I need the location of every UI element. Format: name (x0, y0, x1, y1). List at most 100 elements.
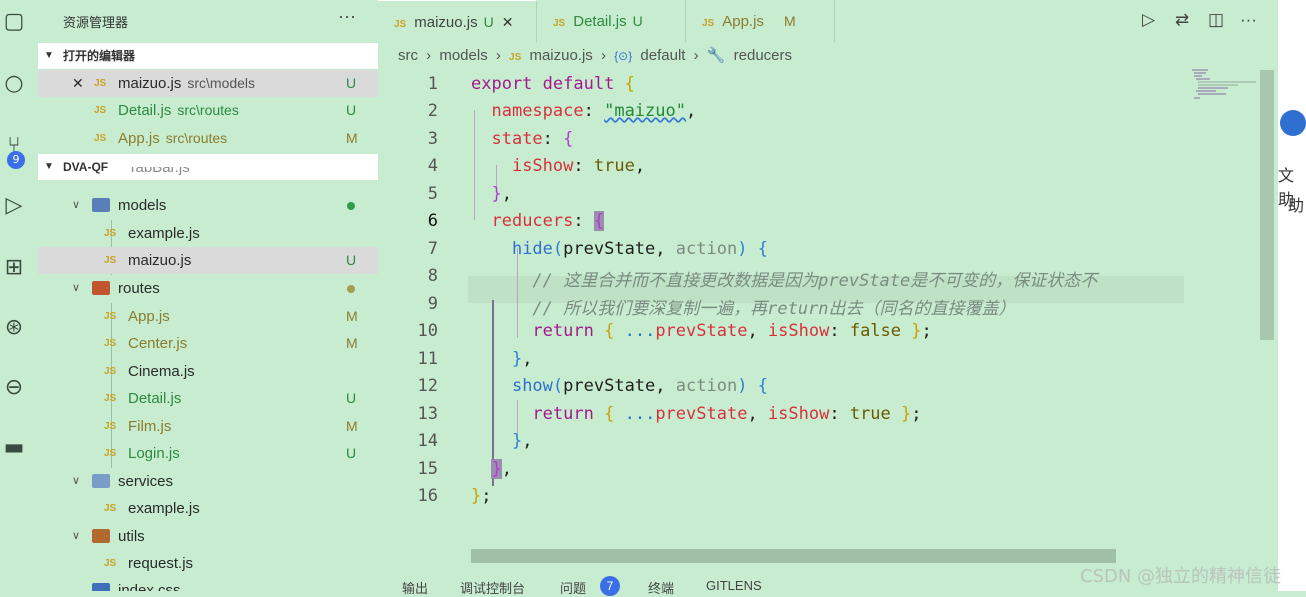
code-line: reducers: { (491, 211, 605, 231)
external-window-fragment: 文助 助 (1278, 0, 1306, 591)
tree-item-partial[interactable]: TabBar.js (38, 167, 378, 181)
git-status: M (346, 418, 358, 434)
git-status: U (346, 75, 357, 91)
chevron-down-icon: ▼ (44, 50, 54, 61)
js-file-icon: JS (104, 366, 117, 377)
code-line: }; (471, 486, 492, 506)
tree-file-app[interactable]: JS App.js M (38, 303, 378, 330)
watermark: CSDN @独立的精神信徒 (1080, 566, 1282, 587)
breadcrumb-reducers[interactable]: reducers (734, 47, 792, 64)
minimap[interactable] (1188, 68, 1258, 108)
tab-debug-console[interactable]: 调试控制台 (460, 578, 525, 597)
css-file-icon (92, 583, 110, 591)
tree-file-cinema[interactable]: JS Cinema.js (38, 358, 378, 385)
code-line: }, (511, 431, 533, 451)
tree-file-services-example[interactable]: JS example.js (38, 495, 378, 522)
breadcrumb-file[interactable]: maizuo.js (529, 47, 592, 64)
breadcrumb-src[interactable]: src (398, 47, 418, 64)
editor-tabs: JS maizuo.js U ✕ JS Detail.js U JS App.js M ▷ ⇄… (378, 0, 1278, 43)
js-file-icon: JS (702, 18, 715, 29)
code-line: return { ...prevState, isShow: false }; (532, 321, 932, 341)
tree-folder-models[interactable]: ∨ models (38, 192, 378, 219)
git-status: U (346, 252, 357, 268)
tree-folder-services[interactable]: ∨ services (38, 468, 378, 495)
open-editor-app[interactable]: JS App.js src\routes M (38, 125, 378, 152)
js-file-icon: JS (104, 393, 117, 404)
close-icon[interactable]: ✕ (502, 14, 514, 30)
js-file-icon: JS (104, 228, 117, 239)
tree-file-film[interactable]: JS Film.js M (38, 413, 378, 440)
problems-badge: 7 (600, 576, 620, 596)
js-file-icon: JS (104, 558, 117, 569)
open-editor-maizuo[interactable]: ✕ JS maizuo.js src\models U (38, 70, 378, 97)
folder-icon (92, 281, 110, 295)
open-editor-detail[interactable]: JS Detail.js src\routes U (38, 97, 378, 124)
folder-icon (92, 474, 110, 488)
docker-icon[interactable]: ▬ (0, 434, 28, 462)
compare-changes-icon[interactable]: ⇄ (1175, 10, 1189, 30)
activity-bar: ▢ ○ ⑂ 9 ▷ ⊞ ⊛ ⊖ ▬ (0, 0, 38, 591)
search-icon[interactable]: ○ (0, 70, 28, 98)
js-file-icon: JS (104, 338, 117, 349)
remote-icon[interactable]: ⊖ (0, 374, 28, 402)
folder-icon (92, 529, 110, 543)
tree-file-login[interactable]: JS Login.js U (38, 440, 378, 467)
js-file-icon: JS (104, 503, 117, 514)
run-icon[interactable]: ▷ (1142, 10, 1155, 30)
more-actions-icon[interactable]: ··· (1240, 10, 1257, 30)
wrench-icon: 🔧 (706, 47, 726, 64)
tab-maizuo[interactable]: JS maizuo.js U ✕ (378, 0, 537, 43)
js-file-icon: JS (94, 105, 107, 116)
git-status: U (346, 445, 357, 461)
js-file-icon: JS (104, 448, 117, 459)
js-file-icon: JS (509, 52, 522, 63)
editor-area: JS maizuo.js U ✕ JS Detail.js U JS App.js M ▷ ⇄… (378, 0, 1278, 596)
chevron-down-icon: ∨ (72, 475, 81, 487)
js-file-icon: JS (104, 255, 117, 266)
horizontal-scrollbar[interactable] (471, 549, 1116, 563)
run-debug-icon[interactable]: ▷ (0, 192, 28, 220)
code-line: }, (491, 184, 512, 204)
git-status: U (346, 102, 357, 118)
more-actions-button[interactable]: ··· (338, 6, 356, 27)
tab-app[interactable]: JS App.js M (686, 0, 835, 42)
split-editor-icon[interactable]: ◫ (1208, 10, 1224, 30)
tab-output[interactable]: 输出 (402, 578, 428, 597)
js-file-icon: JS (94, 78, 107, 89)
tree-file-detail[interactable]: JS Detail.js U (38, 385, 378, 412)
breadcrumb-default[interactable]: default (640, 47, 685, 64)
tree-file-request[interactable]: JS request.js (38, 550, 378, 577)
tree-file-index-css[interactable]: index.css (38, 577, 378, 591)
code-line: isShow: true, (511, 156, 646, 176)
tree-file-maizuo[interactable]: JS maizuo.js U (38, 247, 378, 274)
git-graph-icon[interactable]: ⊛ (0, 314, 28, 342)
code-line: state: { (491, 129, 574, 149)
code-line: show(prevState, action) { (511, 376, 768, 396)
open-editors-section[interactable]: ▼ 打开的编辑器 (38, 43, 378, 69)
tree-folder-utils[interactable]: ∨ utils (38, 523, 378, 550)
breadcrumb-models[interactable]: models (439, 47, 487, 64)
code-editor[interactable]: 1 2 3 4 5 6 7 8 9 10 11 12 13 14 15 16 e… (378, 70, 1184, 510)
modified-dot (347, 285, 355, 293)
tab-detail[interactable]: JS Detail.js U (537, 0, 686, 42)
code-line: // 这里合并而不直接更改数据是因为prevState是不可变的，保证状态不 (532, 271, 1098, 291)
extensions-icon[interactable]: ⊞ (0, 254, 28, 282)
explorer-icon[interactable]: ▢ (0, 8, 28, 36)
js-file-icon: JS (394, 19, 407, 30)
js-file-icon: JS (104, 311, 117, 322)
vertical-scrollbar[interactable] (1260, 70, 1274, 340)
code-line: namespace: "maizuo", (491, 101, 697, 121)
tab-terminal[interactable]: 终端 (648, 578, 674, 597)
js-file-icon: JS (104, 421, 117, 432)
chevron-down-icon: ∨ (72, 199, 81, 211)
tab-problems[interactable]: 问题 (560, 578, 586, 597)
explorer-title: 资源管理器 (63, 15, 129, 30)
chevron-down-icon: ∨ (72, 530, 81, 542)
explorer-sidebar: 资源管理器 ··· ▼ 打开的编辑器 ✕ JS maizuo.js src\mod… (38, 0, 378, 591)
tree-file-example[interactable]: JS example.js (38, 220, 378, 247)
tree-folder-routes[interactable]: ∨ routes (38, 275, 378, 302)
breadcrumb: src › models › JS maizuo.js › {⊙} defaul… (398, 47, 793, 64)
close-icon[interactable]: ✕ (72, 70, 84, 97)
tree-file-center[interactable]: JS Center.js M (38, 330, 378, 357)
git-status: U (346, 390, 357, 406)
